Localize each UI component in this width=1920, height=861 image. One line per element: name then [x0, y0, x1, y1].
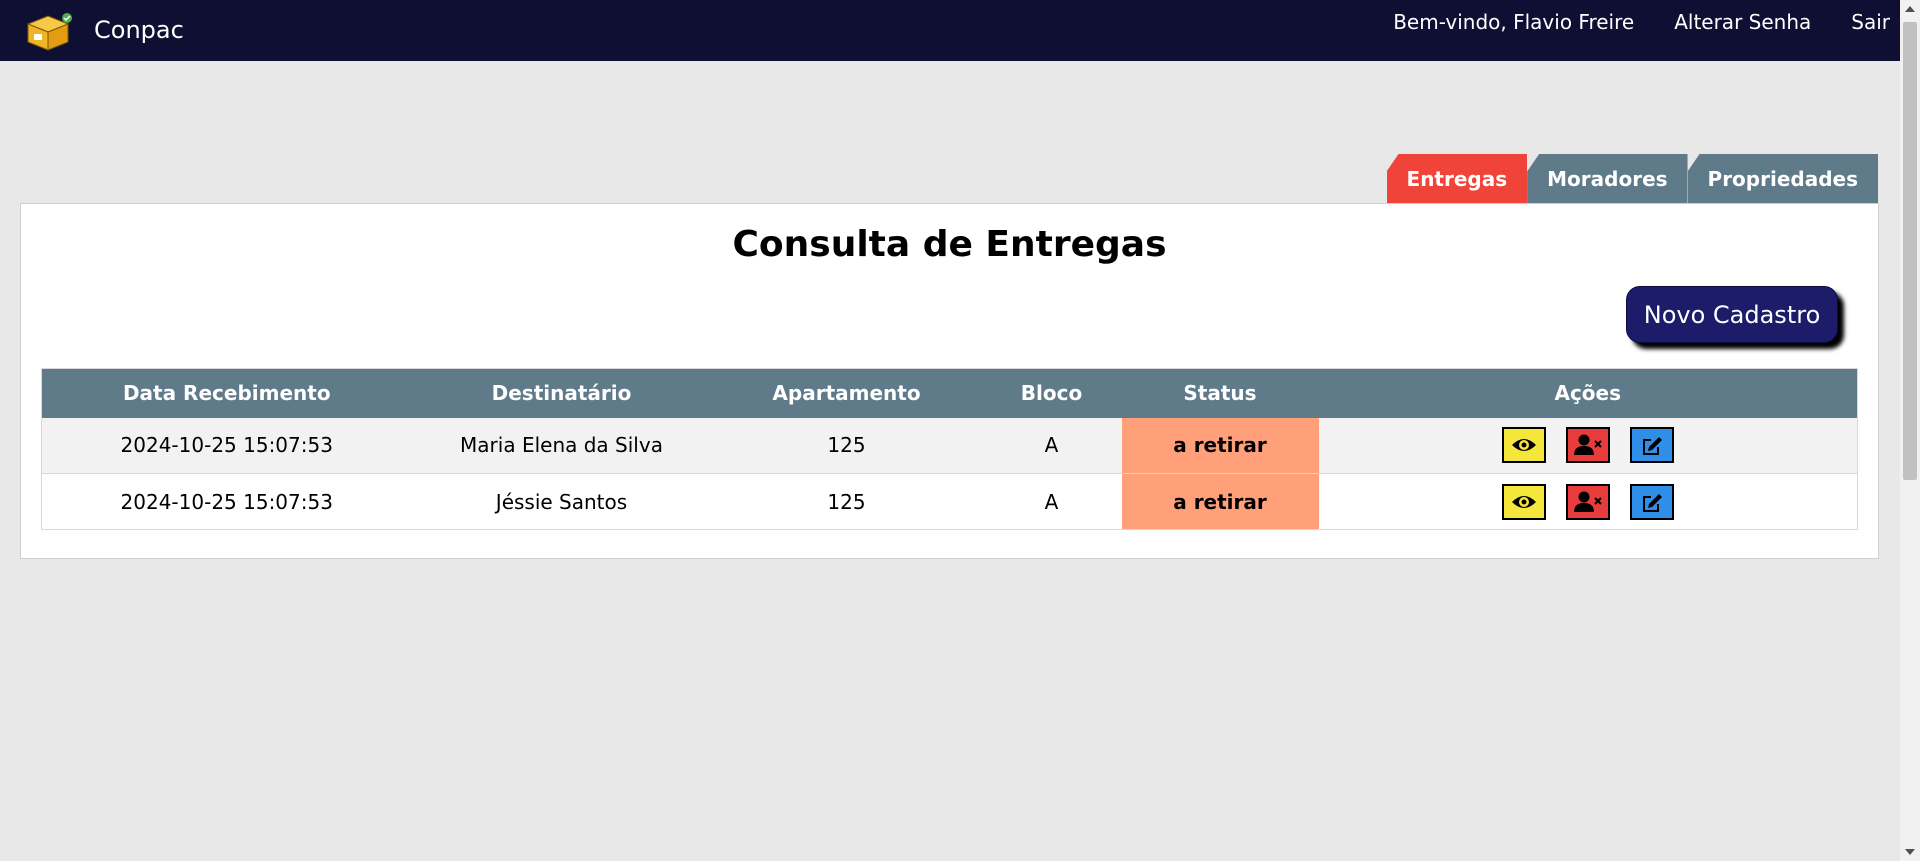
delete-button[interactable]	[1565, 427, 1610, 464]
status-badge: a retirar	[1121, 473, 1319, 530]
scroll-down-arrow-icon[interactable]	[1905, 849, 1915, 855]
view-button[interactable]	[1501, 427, 1546, 464]
vertical-scrollbar[interactable]	[1900, 0, 1920, 861]
cell-apartment: 125	[827, 433, 866, 458]
tab-entregas[interactable]: Entregas	[1386, 154, 1528, 204]
table-row: 2024-10-25 15:07:53 Maria Elena da Silva…	[41, 417, 1858, 474]
column-header-apartment[interactable]: Apartamento	[712, 369, 982, 418]
delete-button[interactable]	[1565, 483, 1610, 520]
user-remove-icon	[1573, 434, 1602, 456]
column-header-actions: Ações	[1554, 381, 1622, 406]
cell-date: 2024-10-25 15:07:53	[120, 433, 333, 458]
cell-recipient: Maria Elena da Silva	[460, 433, 663, 458]
cell-actions	[1319, 418, 1858, 474]
edit-button[interactable]	[1629, 483, 1674, 520]
section-tabs: Entregas Moradores Propriedades	[1386, 154, 1878, 204]
scroll-up-arrow-icon[interactable]	[1905, 6, 1915, 12]
change-password-link[interactable]: Alterar Senha	[1674, 10, 1811, 34]
table-row: 2024-10-25 15:07:53 Jéssie Santos 125 A …	[41, 473, 1858, 530]
edit-icon	[1642, 493, 1662, 512]
status-badge: a retirar	[1121, 417, 1319, 474]
cell-block: A	[1044, 489, 1059, 514]
app-name[interactable]: Conpac	[94, 16, 184, 44]
view-button[interactable]	[1501, 483, 1546, 520]
cell-date: 2024-10-25 15:07:53	[120, 489, 333, 514]
package-box-icon[interactable]	[24, 12, 74, 52]
welcome-text: Bem-vindo, Flavio Freire	[1393, 10, 1635, 34]
cell-actions	[1319, 474, 1858, 530]
tab-moradores[interactable]: Moradores	[1527, 154, 1688, 204]
eye-icon	[1511, 495, 1536, 508]
cell-block: A	[1044, 433, 1059, 458]
logout-link[interactable]: Sair	[1851, 10, 1890, 34]
cell-recipient: Jéssie Santos	[495, 489, 628, 514]
page-title: Consulta de Entregas	[732, 224, 1167, 265]
deliveries-panel: Consulta de Entregas Novo Cadastro Data …	[20, 203, 1879, 559]
new-registration-button[interactable]: Novo Cadastro	[1626, 286, 1838, 343]
eye-icon	[1511, 439, 1536, 452]
user-remove-icon	[1573, 491, 1602, 512]
column-header-recipient[interactable]: Destinatário	[412, 369, 712, 418]
deliveries-table: Data Recebimento Destinatário Apartament…	[41, 368, 1858, 530]
tab-propriedades[interactable]: Propriedades	[1687, 154, 1878, 204]
top-navbar: Conpac Bem-vindo, Flavio Freire Alterar …	[0, 0, 1900, 61]
column-header-block[interactable]: Bloco	[982, 369, 1122, 418]
cell-apartment: 125	[827, 489, 866, 514]
column-header-status[interactable]: Status	[1122, 369, 1319, 418]
column-header-date[interactable]: Data Recebimento	[42, 369, 412, 418]
table-header-row: Data Recebimento Destinatário Apartament…	[41, 368, 1858, 418]
user-nav: Bem-vindo, Flavio Freire Alterar Senha S…	[1393, 10, 1890, 34]
edit-icon	[1642, 437, 1662, 456]
edit-button[interactable]	[1629, 427, 1674, 464]
scrollbar-thumb[interactable]	[1903, 22, 1917, 480]
